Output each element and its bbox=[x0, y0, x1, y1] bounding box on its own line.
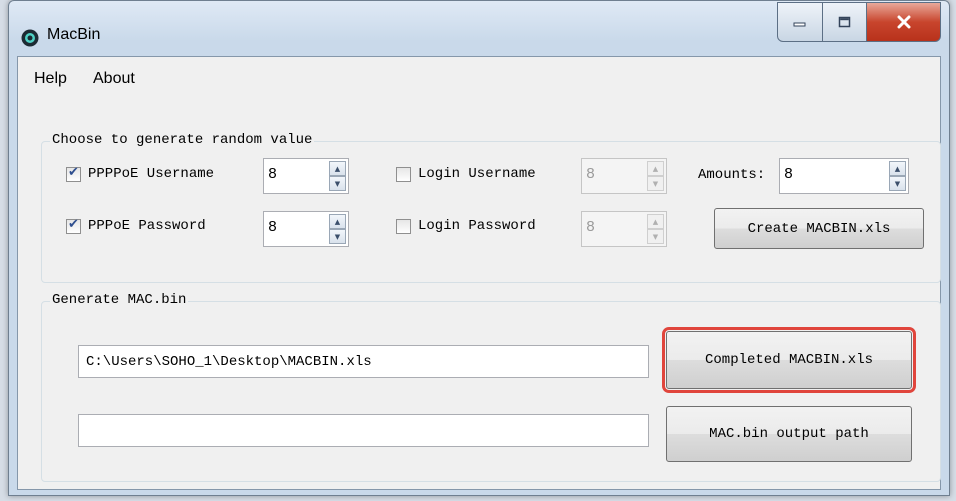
client-area: Help About Choose to generate random val… bbox=[17, 56, 941, 490]
pppoe-username-value: 8 bbox=[268, 166, 278, 183]
amounts-label: Amounts: bbox=[698, 167, 766, 183]
login-password-value: 8 bbox=[586, 219, 596, 236]
spin-down-icon[interactable]: ▼ bbox=[329, 176, 346, 191]
spin-down-icon[interactable]: ▼ bbox=[647, 176, 664, 191]
menu-help[interactable]: Help bbox=[34, 70, 67, 88]
macbin-window: MacBin Help About Choose to generate ran… bbox=[8, 0, 950, 496]
menu-about[interactable]: About bbox=[93, 70, 135, 88]
title-bar[interactable]: MacBin bbox=[9, 1, 949, 56]
xls-path-field[interactable]: C:\Users\SOHO_1\Desktop\MACBIN.xls bbox=[78, 345, 649, 378]
pppoe-username-label: PPPPoE Username bbox=[88, 166, 215, 182]
random-value-group-title: Choose to generate random value bbox=[50, 132, 315, 148]
spin-up-icon[interactable]: ▲ bbox=[647, 214, 664, 229]
spin-down-icon[interactable]: ▼ bbox=[889, 176, 906, 191]
mac-bin-output-path-button[interactable]: MAC.bin output path bbox=[666, 406, 912, 462]
maximize-button[interactable] bbox=[823, 2, 867, 42]
amounts-value: 8 bbox=[784, 166, 794, 183]
app-logo-icon bbox=[21, 29, 39, 47]
generate-mac-group-title: Generate MAC.bin bbox=[50, 292, 189, 308]
login-username-spinner[interactable]: 8 ▲ ▼ bbox=[581, 158, 667, 194]
pppoe-username-spinner[interactable]: 8 ▲ ▼ bbox=[263, 158, 349, 194]
amounts-spinner[interactable]: 8 ▲ ▼ bbox=[779, 158, 909, 194]
spin-down-icon[interactable]: ▼ bbox=[647, 229, 664, 244]
window-title: MacBin bbox=[47, 26, 101, 43]
pppoe-password-checkbox[interactable] bbox=[66, 217, 81, 234]
create-macbin-button[interactable]: Create MACBIN.xls bbox=[714, 208, 924, 249]
generate-mac-group: Generate MAC.bin C:\Users\SOHO_1\Desktop… bbox=[41, 292, 941, 482]
login-username-checkbox[interactable] bbox=[396, 167, 411, 182]
random-value-group: Choose to generate random value PPPPoE U… bbox=[41, 132, 941, 283]
login-password-spinner[interactable]: 8 ▲ ▼ bbox=[581, 211, 667, 247]
login-username-label: Login Username bbox=[418, 166, 536, 182]
pppoe-username-checkbox[interactable] bbox=[66, 165, 81, 182]
spin-up-icon[interactable]: ▲ bbox=[647, 161, 664, 176]
pppoe-password-label: PPPoE Password bbox=[88, 218, 206, 234]
output-path-field[interactable] bbox=[78, 414, 649, 447]
spin-up-icon[interactable]: ▲ bbox=[889, 161, 906, 176]
login-username-value: 8 bbox=[586, 166, 596, 183]
spin-down-icon[interactable]: ▼ bbox=[329, 229, 346, 244]
minimize-button[interactable] bbox=[777, 2, 823, 42]
xls-path-value: C:\Users\SOHO_1\Desktop\MACBIN.xls bbox=[86, 354, 372, 370]
login-password-label: Login Password bbox=[418, 218, 536, 234]
spin-up-icon[interactable]: ▲ bbox=[329, 214, 346, 229]
login-password-checkbox[interactable] bbox=[396, 219, 411, 234]
pppoe-password-spinner[interactable]: 8 ▲ ▼ bbox=[263, 211, 349, 247]
completed-macbin-button[interactable]: Completed MACBIN.xls bbox=[662, 327, 916, 393]
pppoe-password-value: 8 bbox=[268, 219, 278, 236]
close-button[interactable] bbox=[867, 2, 941, 42]
caption-buttons bbox=[777, 2, 941, 42]
spin-up-icon[interactable]: ▲ bbox=[329, 161, 346, 176]
menu-bar: Help About bbox=[18, 57, 940, 99]
close-icon bbox=[897, 15, 910, 29]
maximize-icon bbox=[838, 16, 850, 28]
minimize-icon bbox=[793, 22, 806, 27]
